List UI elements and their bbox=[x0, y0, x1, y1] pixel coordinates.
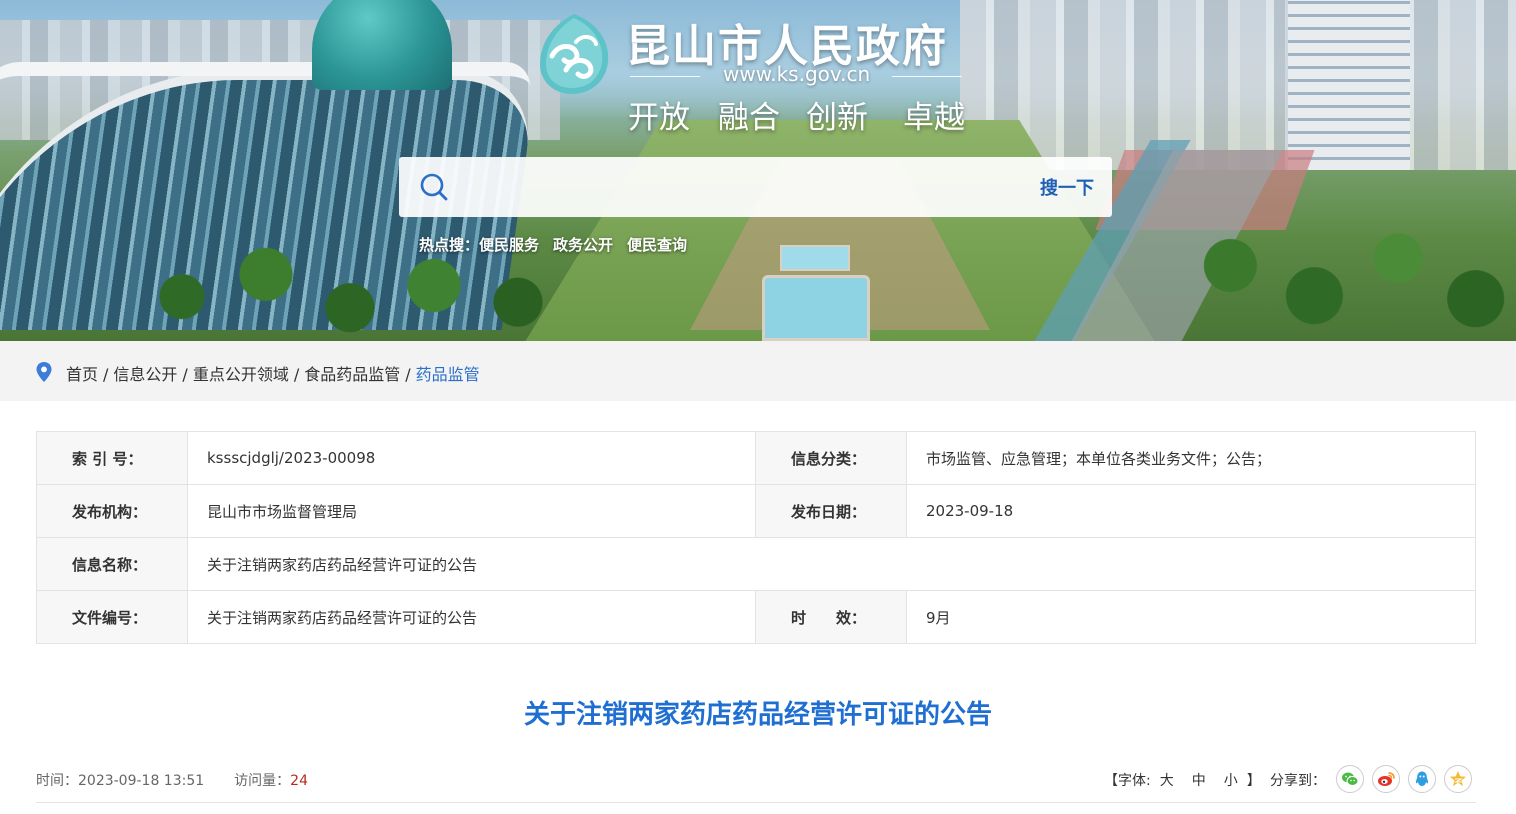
date-label: 发布日期： bbox=[755, 484, 907, 538]
views-label: 访问量： bbox=[234, 773, 291, 789]
breadcrumb-separator: / bbox=[103, 365, 109, 384]
font-size-close: 】 bbox=[1246, 773, 1261, 789]
document-info-table: 索 引 号： ksssc​jdglj/2023-00098 信息分类： 市场监管… bbox=[36, 431, 1476, 644]
index-label: 索 引 号： bbox=[36, 431, 188, 485]
share-qzone-button[interactable] bbox=[1444, 765, 1472, 793]
docno-value: 关于注销两家药店药品经营许可证的公告 bbox=[187, 590, 756, 644]
qzone-icon bbox=[1450, 771, 1466, 786]
breadcrumb-link[interactable]: 首页 bbox=[66, 365, 98, 384]
hot-search-link[interactable]: 政务公开 bbox=[553, 236, 613, 254]
banner-city-right bbox=[960, 0, 1516, 170]
banner-trees-right bbox=[1180, 190, 1516, 341]
table-row: 文件编号： 关于注销两家药店药品经营许可证的公告 时 效： 9月 bbox=[36, 590, 1476, 644]
publisher-label: 发布机构： bbox=[36, 484, 188, 538]
font-size-medium[interactable]: 中 bbox=[1192, 773, 1206, 789]
table-row: 信息名称： 关于注销两家药店药品经营许可证的公告 bbox=[36, 537, 1476, 591]
banner-pool-upper bbox=[780, 245, 850, 271]
time-value: 2023-09-18 13:51 bbox=[78, 773, 205, 789]
slogan-word: 开放 bbox=[628, 100, 690, 136]
city-emblem-logo[interactable] bbox=[536, 12, 612, 96]
hot-search-link[interactable]: 便民服务 bbox=[479, 236, 539, 254]
table-row: 发布机构： 昆山市市场监督管理局 发布日期： 2023-09-18 bbox=[36, 484, 1476, 538]
publisher-value: 昆山市市场监督管理局 bbox=[187, 484, 756, 538]
views-count: 24 bbox=[290, 773, 308, 789]
breadcrumb-separator: / bbox=[293, 365, 300, 384]
site-url-row: www.ks.gov.cn bbox=[630, 62, 962, 88]
header-banner: 昆山市人民政府 www.ks.gov.cn 开放 融合 创新 卓越 搜一下 热点… bbox=[0, 0, 1516, 341]
hot-search-link[interactable]: 便民查询 bbox=[627, 236, 687, 254]
wechat-icon bbox=[1342, 772, 1359, 786]
search-box: 搜一下 bbox=[399, 157, 1112, 217]
divider-line-right bbox=[892, 76, 962, 77]
article-title: 关于注销两家药店药品经营许可证的公告 bbox=[523, 700, 992, 730]
category-value: 市场监管、应急管理；本单位各类业务文件；公告； bbox=[906, 431, 1476, 485]
site-url: www.ks.gov.cn bbox=[723, 62, 871, 86]
slogan-word: 创新 bbox=[806, 100, 868, 136]
banner-tower bbox=[1285, 0, 1410, 170]
breadcrumb-separator: / bbox=[405, 365, 411, 384]
font-size-switcher: 【字体: 大 中 小】 bbox=[1104, 770, 1261, 790]
time-label: 时间： bbox=[36, 773, 78, 789]
hot-search-label: 热点搜： bbox=[419, 236, 480, 254]
share-qq-button[interactable] bbox=[1408, 765, 1436, 793]
weibo-icon bbox=[1378, 772, 1395, 786]
docno-label: 文件编号： bbox=[36, 590, 188, 644]
divider bbox=[36, 802, 1476, 803]
breadcrumb-link[interactable]: 食品药品监管 bbox=[304, 365, 400, 384]
validity-label: 时 效： bbox=[755, 590, 907, 644]
font-size-large[interactable]: 大 bbox=[1160, 773, 1174, 789]
category-label: 信息分类： bbox=[755, 431, 907, 485]
share-label: 分享到： bbox=[1270, 773, 1326, 789]
slogan: 开放 融合 创新 卓越 bbox=[628, 92, 968, 136]
breadcrumb-current[interactable]: 药品监管 bbox=[416, 365, 480, 384]
search-input[interactable] bbox=[463, 169, 1003, 205]
breadcrumb-separator: / bbox=[182, 365, 188, 384]
slogan-word: 卓越 bbox=[903, 100, 965, 136]
share-weibo-button[interactable] bbox=[1372, 765, 1400, 793]
index-value: ksssc​jdglj/2023-00098 bbox=[187, 431, 756, 485]
breadcrumb: 首页 / 信息公开 / 重点公开领域 / 食品药品监管 / 药品监管 bbox=[66, 361, 480, 385]
banner-pool bbox=[762, 275, 870, 341]
date-value: 2023-09-18 bbox=[906, 484, 1476, 538]
font-size-small[interactable]: 小 bbox=[1224, 773, 1238, 789]
breadcrumb-link[interactable]: 信息公开 bbox=[113, 365, 177, 384]
article-meta: 时间：2023-09-18 13:51 访问量：24 bbox=[36, 770, 308, 790]
location-pin-icon bbox=[36, 362, 52, 382]
font-size-label: 【字体: bbox=[1104, 773, 1151, 789]
validity-value: 9月 bbox=[906, 590, 1476, 644]
name-value: 关于注销两家药店药品经营许可证的公告 bbox=[187, 537, 1476, 591]
qq-icon bbox=[1415, 771, 1429, 786]
name-label: 信息名称： bbox=[36, 537, 188, 591]
banner-dome bbox=[312, 0, 452, 90]
breadcrumb-link[interactable]: 重点公开领域 bbox=[193, 365, 289, 384]
divider-line-left bbox=[630, 76, 700, 77]
hot-searches: 热点搜：便民服务 政务公开 便民查询 bbox=[419, 234, 701, 255]
table-row: 索 引 号： ksssc​jdglj/2023-00098 信息分类： 市场监管… bbox=[36, 431, 1476, 485]
share-wechat-button[interactable] bbox=[1336, 765, 1364, 793]
slogan-word: 融合 bbox=[718, 100, 780, 136]
search-button[interactable]: 搜一下 bbox=[1040, 174, 1094, 200]
search-icon bbox=[420, 173, 448, 201]
